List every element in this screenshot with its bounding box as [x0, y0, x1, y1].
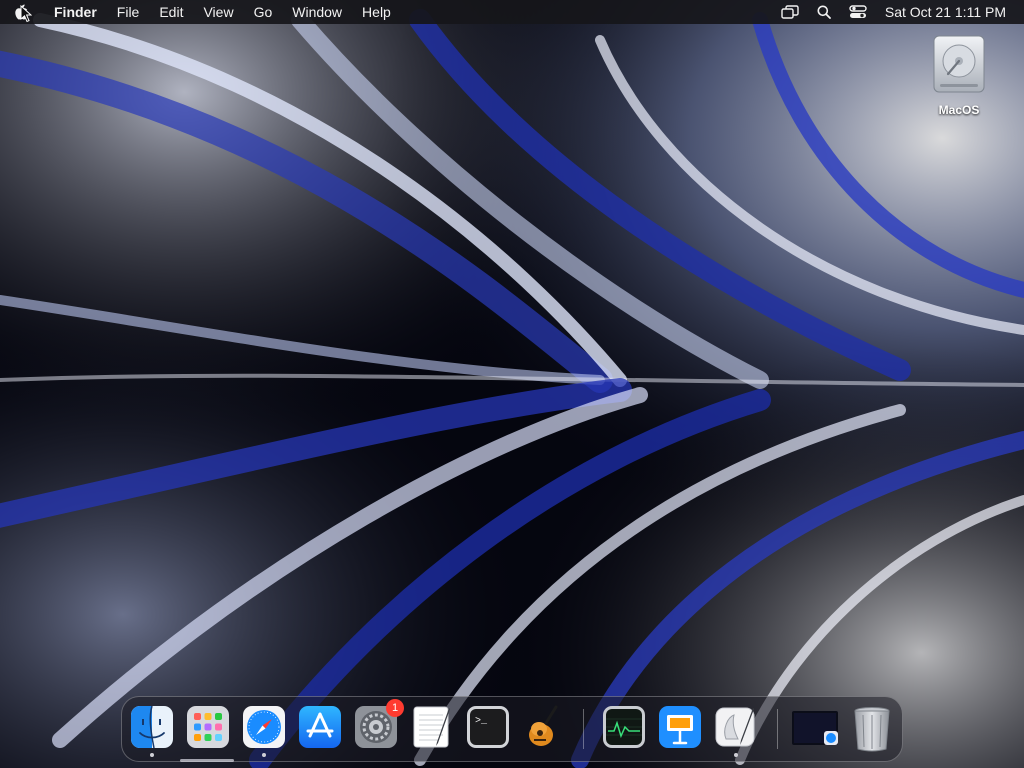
desktop-drive-label: MacOS	[938, 103, 980, 117]
dock-textedit[interactable]	[410, 705, 454, 749]
dock-app-store[interactable]	[298, 705, 342, 749]
dock-downloads-stack[interactable]	[792, 705, 838, 749]
dock-trash[interactable]	[850, 705, 894, 752]
dock-script-editor[interactable]	[714, 705, 758, 757]
dock-terminal[interactable]: >_	[466, 705, 510, 749]
safari-icon	[243, 706, 285, 748]
menu-clock[interactable]: Sat Oct 21 1:11 PM	[875, 4, 1006, 20]
dock-safari[interactable]	[242, 705, 286, 757]
dock-activity-monitor[interactable]	[602, 705, 646, 749]
notification-badge: 1	[386, 699, 404, 717]
finder-icon	[131, 705, 173, 749]
menu-window[interactable]: Window	[282, 0, 352, 24]
activity-monitor-icon	[603, 706, 645, 748]
dock-system-settings[interactable]: 1	[354, 699, 404, 749]
menu-bar: Finder File Edit View Go Window Help Sat…	[0, 0, 1024, 24]
app-store-icon	[299, 706, 341, 748]
garageband-icon	[529, 705, 558, 746]
spotlight-search-icon[interactable]	[807, 0, 841, 24]
control-center-icon[interactable]	[841, 0, 875, 24]
dock-bounce-indicator	[180, 759, 234, 762]
running-indicator	[150, 753, 154, 757]
dock: 1 >_	[121, 696, 903, 762]
dock-separator	[583, 709, 584, 749]
keynote-icon	[659, 706, 701, 748]
dock-keynote[interactable]	[658, 705, 702, 749]
downloads-stack-icon	[792, 711, 838, 745]
dock-finder[interactable]	[130, 705, 174, 757]
trash-icon	[854, 707, 890, 752]
mouse-cursor-icon	[20, 5, 32, 23]
hard-drive-icon	[933, 35, 985, 93]
menu-go[interactable]: Go	[244, 0, 283, 24]
script-editor-icon	[715, 707, 755, 747]
menu-edit[interactable]: Edit	[149, 0, 193, 24]
desktop-drive-item[interactable]: MacOS	[924, 34, 994, 117]
dock-launchpad[interactable]	[186, 705, 230, 749]
running-indicator	[734, 753, 738, 757]
dock-garageband[interactable]	[522, 705, 566, 749]
menu-view[interactable]: View	[193, 0, 243, 24]
terminal-icon: >_	[467, 706, 509, 748]
menu-app-name[interactable]: Finder	[42, 0, 107, 24]
menu-file[interactable]: File	[107, 0, 150, 24]
textedit-icon	[413, 706, 450, 748]
screen-mirroring-icon[interactable]	[773, 0, 807, 24]
dock-separator	[777, 709, 778, 749]
menu-help[interactable]: Help	[352, 0, 401, 24]
svg-text:>_: >_	[475, 716, 488, 727]
desktop-wallpaper	[0, 0, 1024, 768]
launchpad-icon	[187, 706, 229, 748]
running-indicator	[262, 753, 266, 757]
